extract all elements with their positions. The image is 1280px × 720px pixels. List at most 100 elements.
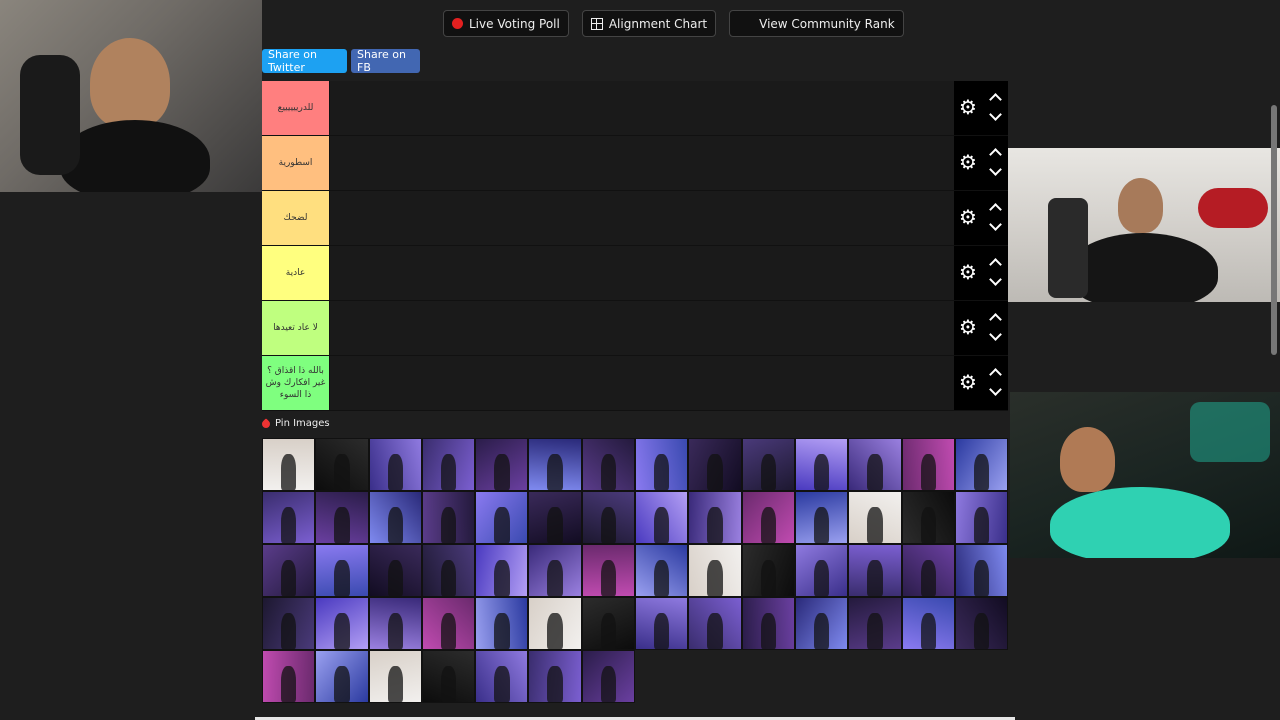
pool-image[interactable] (528, 597, 582, 650)
pool-image[interactable] (475, 544, 529, 597)
tier-label[interactable]: لا عاد تعيدها (262, 301, 329, 355)
pool-image[interactable] (315, 650, 369, 703)
pool-image[interactable] (581, 597, 636, 650)
pool-image[interactable] (741, 438, 795, 491)
pool-image[interactable] (262, 491, 316, 544)
gear-icon[interactable]: ⚙ (958, 152, 978, 172)
gear-icon[interactable]: ⚙ (958, 317, 978, 337)
pool-image[interactable] (741, 597, 795, 650)
pool-image[interactable] (475, 597, 529, 650)
pool-image[interactable] (528, 650, 582, 703)
move-up-icon[interactable] (988, 311, 1002, 326)
pool-image[interactable] (368, 491, 422, 544)
pool-image[interactable] (581, 438, 636, 491)
pool-image[interactable] (262, 597, 316, 650)
tier-label[interactable]: للدرييييييع (262, 81, 329, 135)
alignment-chart-button[interactable]: Alignment Chart (581, 10, 717, 37)
tier-drop-zone[interactable] (329, 301, 954, 355)
pool-image[interactable] (421, 650, 476, 703)
pool-image[interactable] (848, 438, 902, 491)
pool-image[interactable] (368, 544, 422, 597)
gear-icon[interactable]: ⚙ (958, 262, 978, 282)
pool-image[interactable] (475, 650, 529, 703)
pool-image[interactable] (635, 544, 689, 597)
pool-image[interactable] (421, 438, 476, 491)
pool-image[interactable] (901, 491, 955, 544)
tier-drop-zone[interactable] (329, 191, 954, 245)
pool-image[interactable] (528, 544, 582, 597)
pool-image[interactable] (794, 491, 849, 544)
pool-image[interactable] (421, 544, 476, 597)
pool-image[interactable] (581, 650, 636, 703)
scrollbar[interactable] (1271, 105, 1277, 355)
pool-image[interactable] (741, 491, 795, 544)
pool-image[interactable] (262, 438, 316, 491)
move-up-icon[interactable] (988, 256, 1002, 271)
move-up-icon[interactable] (988, 146, 1002, 161)
pool-image[interactable] (528, 491, 582, 544)
pool-image[interactable] (794, 438, 849, 491)
pool-image[interactable] (954, 491, 1009, 544)
pool-image[interactable] (475, 491, 529, 544)
pool-image[interactable] (315, 491, 369, 544)
pool-image[interactable] (635, 491, 689, 544)
pool-image[interactable] (368, 438, 422, 491)
move-up-icon[interactable] (988, 201, 1002, 216)
tier-drop-zone[interactable] (329, 136, 954, 190)
move-down-icon[interactable] (988, 383, 1002, 396)
tier-label[interactable]: عادية (262, 246, 329, 300)
move-down-icon[interactable] (988, 163, 1002, 176)
share-twitter-button[interactable]: Share on Twitter (262, 48, 347, 74)
move-up-icon[interactable] (988, 91, 1002, 106)
move-down-icon[interactable] (988, 218, 1002, 231)
move-up-icon[interactable] (988, 366, 1002, 381)
pool-image[interactable] (635, 438, 689, 491)
pool-image[interactable] (528, 438, 582, 491)
pool-image[interactable] (262, 544, 316, 597)
pool-image[interactable] (368, 650, 422, 703)
pool-image[interactable] (901, 438, 955, 491)
move-down-icon[interactable] (988, 328, 1002, 341)
pool-image[interactable] (848, 544, 902, 597)
gear-icon[interactable]: ⚙ (958, 97, 978, 117)
pool-image[interactable] (794, 544, 849, 597)
pin-images-header[interactable]: Pin Images (260, 417, 330, 430)
pool-image[interactable] (954, 438, 1009, 491)
gear-icon[interactable]: ⚙ (958, 207, 978, 227)
tier-drop-zone[interactable] (329, 246, 954, 300)
view-community-rank-button[interactable]: View Community Rank (729, 10, 904, 37)
share-facebook-button[interactable]: Share on FB (351, 48, 420, 74)
pool-image[interactable] (848, 491, 902, 544)
pool-image[interactable] (901, 597, 955, 650)
pool-image[interactable] (475, 438, 529, 491)
tier-label[interactable]: اسطورية (262, 136, 329, 190)
pool-image[interactable] (688, 438, 742, 491)
gear-icon[interactable]: ⚙ (958, 372, 978, 392)
pool-image[interactable] (635, 597, 689, 650)
pool-image[interactable] (315, 438, 369, 491)
tier-drop-zone[interactable] (329, 356, 954, 410)
tier-label[interactable]: لضحك (262, 191, 329, 245)
pool-image[interactable] (794, 597, 849, 650)
pool-image[interactable] (368, 597, 422, 650)
live-voting-poll-button[interactable]: Live Voting Poll (443, 10, 569, 37)
tier-label[interactable]: بالله ذا اقذاق ؟ غير افكارك وش ذا السوء (262, 356, 329, 410)
tier-drop-zone[interactable] (329, 81, 954, 135)
pool-image[interactable] (421, 491, 476, 544)
pool-image[interactable] (315, 597, 369, 650)
pool-image[interactable] (315, 544, 369, 597)
pool-image[interactable] (741, 544, 795, 597)
pool-image[interactable] (262, 650, 316, 703)
pool-image[interactable] (901, 544, 955, 597)
pool-image[interactable] (688, 597, 742, 650)
move-down-icon[interactable] (988, 273, 1002, 286)
pool-image[interactable] (688, 544, 742, 597)
pool-image[interactable] (848, 597, 902, 650)
pool-image[interactable] (688, 491, 742, 544)
pool-image[interactable] (954, 544, 1009, 597)
move-down-icon[interactable] (988, 108, 1002, 121)
pool-image[interactable] (581, 491, 636, 544)
pool-image[interactable] (954, 597, 1009, 650)
pool-image[interactable] (421, 597, 476, 650)
pool-image[interactable] (581, 544, 636, 597)
